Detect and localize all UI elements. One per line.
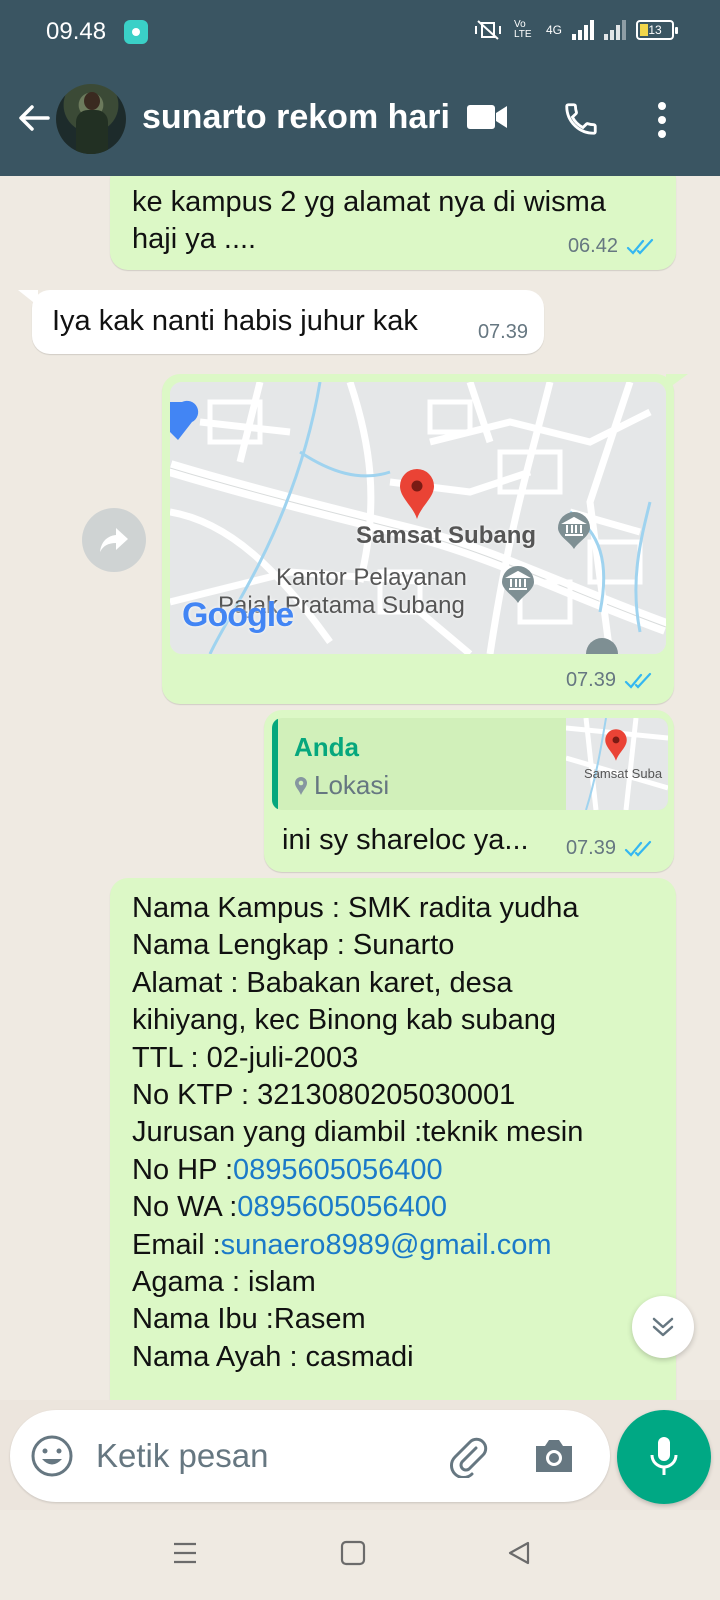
volte-label: Vo LTE — [513, 19, 532, 40]
back-nav-icon[interactable] — [506, 1540, 532, 1566]
form-label: Email : — [132, 1228, 221, 1261]
message-text: Iya kak nanti habis juhur kak — [52, 305, 418, 337]
landmark-icon — [558, 512, 590, 549]
mute-vibrate-icon — [474, 20, 501, 40]
message-meta: 07.39 — [566, 669, 656, 692]
form-line: Nama Ayah : casmadi — [132, 1340, 414, 1373]
status-bar: 09.48 Vo LTE 4G 13 — [0, 0, 720, 64]
message-time: 07.39 — [565, 837, 616, 859]
form-line: No KTP : 3213080205030001 — [132, 1079, 516, 1112]
email-link[interactable]: sunaero8989@gmail.com — [221, 1229, 552, 1261]
message-meta: 07.39 — [566, 837, 656, 860]
read-ticks-icon — [624, 840, 652, 857]
forward-button[interactable] — [82, 508, 146, 572]
read-ticks-icon — [624, 672, 652, 689]
quoted-author: Anda — [294, 732, 359, 762]
message-text: haji ya .... — [132, 223, 257, 255]
map-pin-icon — [605, 729, 627, 761]
message-input-bar[interactable]: Ketik pesan — [10, 1410, 610, 1502]
location-message[interactable]: Samsat Subang Kantor Pelayanan Pajak Pra… — [162, 374, 674, 704]
quoted-map-thumbnail: Samsat Suba — [566, 718, 668, 810]
landmark-icon — [502, 566, 534, 603]
reply-message[interactable]: Anda Lokasi Samsat Suba ini sy shareloc … — [264, 710, 674, 872]
attach-icon[interactable] — [446, 1434, 490, 1478]
outgoing-message[interactable]: ke kampus 2 yg alamat nya di wisma haji … — [110, 176, 676, 270]
form-line: Email :sunaero8989@gmail.com — [132, 1227, 583, 1264]
message-input[interactable]: Ketik pesan — [96, 1437, 268, 1475]
menu-icon[interactable] — [172, 1540, 198, 1566]
thumb-place-label: Samsat Suba — [584, 766, 663, 781]
incoming-message[interactable]: Iya kak nanti habis juhur kak 07.39 — [32, 290, 544, 354]
signal-2-icon — [604, 20, 626, 40]
contact-name[interactable]: sunarto rekom hari — [142, 98, 450, 137]
chat-area[interactable]: ke kampus 2 yg alamat nya di wisma haji … — [0, 176, 720, 1400]
battery-level: 13 — [648, 23, 662, 37]
signal-1-icon — [572, 20, 594, 40]
map-pin-icon — [400, 469, 434, 519]
quoted-type: Lokasi — [314, 770, 390, 800]
more-vert-icon[interactable] — [652, 100, 672, 140]
scroll-to-bottom-button[interactable] — [632, 1296, 694, 1358]
form-label: No WA : — [132, 1191, 238, 1224]
app-notification-icon — [124, 20, 148, 44]
voice-message-button[interactable] — [617, 1410, 711, 1504]
forward-icon — [100, 528, 128, 552]
map-place-label: Samsat Subang — [356, 522, 537, 549]
bubble-tail — [666, 374, 688, 390]
phone-icon[interactable] — [562, 100, 600, 138]
form-line: Nama Ibu :Rasem — [132, 1303, 366, 1336]
form-line: TTL : 02-juli-2003 — [132, 1041, 359, 1074]
form-line: Alamat : Babakan karet, desa — [132, 966, 513, 999]
form-line: Agama : islam — [132, 1266, 316, 1299]
chat-header: sunarto rekom hari — [0, 64, 720, 176]
system-nav-bar — [0, 1510, 720, 1600]
status-time: 09.48 — [46, 18, 107, 45]
form-line: Nama Kampus : SMK radita yudha — [132, 892, 579, 924]
form-line: Nama Lengkap : Sunarto — [132, 929, 455, 962]
message-meta: 06.42 — [568, 235, 658, 258]
back-arrow-icon[interactable] — [14, 98, 54, 138]
message-text: ini sy shareloc ya... — [282, 824, 529, 856]
message-time: 07.39 — [477, 321, 528, 343]
landmark-icon — [586, 638, 618, 654]
message-time: 06.42 — [567, 235, 618, 257]
message-text: ke kampus 2 yg alamat nya di wisma — [132, 186, 606, 218]
home-icon[interactable] — [340, 1540, 366, 1566]
form-label: No HP : — [132, 1153, 234, 1186]
form-message[interactable]: Nama Kampus : SMK radita yudha Nama Leng… — [110, 878, 676, 1400]
form-line: kihiyang, kec Binong kab subang — [132, 1004, 557, 1037]
whatsapp-link[interactable]: 0895605056400 — [237, 1191, 447, 1223]
form-line: Jurusan yang diambil :teknik mesin — [132, 1116, 584, 1149]
bubble-tail — [18, 290, 38, 306]
read-ticks-icon — [626, 238, 654, 255]
emoji-icon[interactable] — [30, 1434, 74, 1478]
status-icons: Vo LTE 4G 13 — [472, 19, 678, 41]
location-map[interactable]: Samsat Subang Kantor Pelayanan Pajak Pra… — [170, 382, 666, 654]
map-provider-logo: Google — [182, 596, 294, 634]
message-meta: 07.39 — [478, 321, 528, 344]
phone-link[interactable]: 0895605056400 — [233, 1154, 443, 1186]
avatar[interactable] — [56, 84, 126, 154]
map-place-label: Kantor Pelayanan — [276, 564, 467, 591]
video-call-icon[interactable] — [466, 102, 508, 132]
location-pin-icon — [295, 776, 307, 795]
quoted-message[interactable]: Anda Lokasi Samsat Suba — [272, 718, 668, 810]
chevron-double-down-icon — [652, 1317, 674, 1337]
mic-icon — [650, 1437, 678, 1475]
network-type: 4G — [545, 23, 562, 37]
camera-icon[interactable] — [532, 1436, 576, 1476]
form-line: No HP :0895605056400 — [132, 1152, 583, 1189]
form-line: No WA :0895605056400 — [132, 1189, 583, 1226]
message-time: 07.39 — [565, 669, 616, 691]
battery-icon: 13 — [636, 20, 678, 40]
